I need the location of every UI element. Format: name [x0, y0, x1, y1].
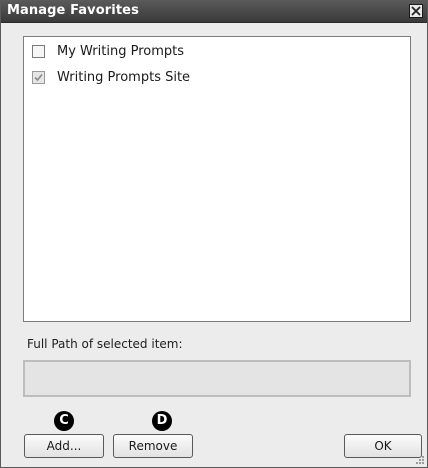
- checkmark-icon: [34, 73, 43, 81]
- list-item[interactable]: Writing Prompts Site: [32, 67, 190, 87]
- callout-marker-d: D: [152, 411, 172, 431]
- favorite-checkbox[interactable]: [32, 44, 45, 58]
- close-button[interactable]: [409, 4, 423, 18]
- manage-favorites-dialog: Manage Favorites My Writing Prompts Writ…: [0, 0, 428, 468]
- close-icon: [411, 6, 421, 16]
- dialog-title: Manage Favorites: [7, 3, 139, 18]
- add-button[interactable]: Add...: [24, 434, 104, 458]
- list-item[interactable]: My Writing Prompts: [32, 41, 184, 61]
- resize-grip-icon[interactable]: [415, 455, 425, 465]
- full-path-field: [23, 360, 411, 397]
- remove-button[interactable]: Remove: [113, 434, 193, 458]
- favorites-list[interactable]: My Writing Prompts Writing Prompts Site: [23, 36, 411, 322]
- full-path-label: Full Path of selected item:: [27, 337, 183, 351]
- favorite-checkbox[interactable]: [32, 70, 45, 84]
- favorite-label: My Writing Prompts: [57, 43, 185, 59]
- ok-button[interactable]: OK: [344, 434, 422, 458]
- title-bar[interactable]: Manage Favorites: [1, 1, 427, 23]
- favorite-label: Writing Prompts Site: [57, 69, 191, 85]
- callout-marker-c: C: [54, 411, 74, 431]
